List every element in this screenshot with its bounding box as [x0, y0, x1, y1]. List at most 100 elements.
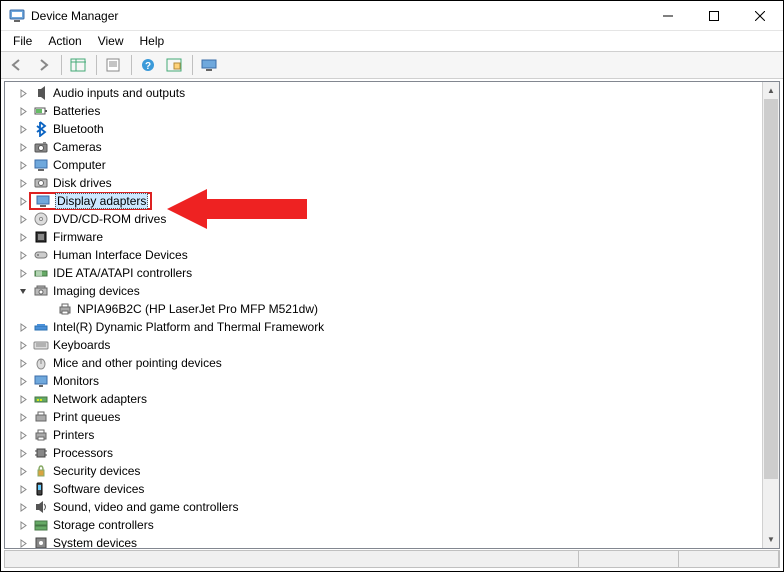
- computer-icon: [33, 157, 49, 173]
- scroll-thumb[interactable]: [764, 99, 778, 479]
- expand-icon[interactable]: [17, 159, 29, 171]
- expand-icon[interactable]: [17, 375, 29, 387]
- tree-item-label: Mice and other pointing devices: [53, 356, 222, 370]
- expand-icon[interactable]: [17, 141, 29, 153]
- tree-item[interactable]: Batteries: [13, 102, 762, 120]
- tree-item[interactable]: Network adapters: [13, 390, 762, 408]
- monitor-button[interactable]: [197, 54, 221, 76]
- tree-item[interactable]: NPIA96B2C (HP LaserJet Pro MFP M521dw): [13, 300, 762, 318]
- tree-item-label: Print queues: [53, 410, 120, 424]
- tree-item[interactable]: DVD/CD-ROM drives: [13, 210, 762, 228]
- expand-icon[interactable]: [17, 321, 29, 333]
- expand-icon[interactable]: [17, 177, 29, 189]
- cpu-icon: [33, 445, 49, 461]
- tree-item[interactable]: Intel(R) Dynamic Platform and Thermal Fr…: [13, 318, 762, 336]
- expand-icon[interactable]: [17, 339, 29, 351]
- tree-item[interactable]: IDE ATA/ATAPI controllers: [13, 264, 762, 282]
- expand-icon[interactable]: [17, 393, 29, 405]
- toolbar-separator: [131, 55, 132, 75]
- tree-item-label: Intel(R) Dynamic Platform and Thermal Fr…: [53, 320, 324, 334]
- hid-icon: [33, 247, 49, 263]
- expand-icon[interactable]: [17, 231, 29, 243]
- tree-item[interactable]: Storage controllers: [13, 516, 762, 534]
- tree-item[interactable]: Computer: [13, 156, 762, 174]
- expand-icon[interactable]: [17, 411, 29, 423]
- scroll-up-button[interactable]: ▲: [763, 82, 779, 99]
- expand-icon[interactable]: [17, 123, 29, 135]
- properties-button[interactable]: [101, 54, 125, 76]
- vertical-scrollbar[interactable]: ▲ ▼: [762, 82, 779, 548]
- expand-icon[interactable]: [17, 87, 29, 99]
- tree-item-label: Batteries: [53, 104, 100, 118]
- expand-icon[interactable]: [17, 195, 29, 207]
- scroll-track[interactable]: [763, 99, 779, 531]
- tree-item[interactable]: Display adapters: [13, 192, 762, 210]
- tree-item[interactable]: Software devices: [13, 480, 762, 498]
- titlebar[interactable]: Device Manager: [1, 1, 783, 31]
- close-button[interactable]: [737, 1, 783, 30]
- statusbar: [4, 550, 780, 568]
- software-icon: [33, 481, 49, 497]
- tree-item-label: Software devices: [53, 482, 144, 496]
- tree-item-label: Audio inputs and outputs: [53, 86, 185, 100]
- expand-icon[interactable]: [17, 447, 29, 459]
- tree-item-label: Cameras: [53, 140, 102, 154]
- expand-icon[interactable]: [17, 501, 29, 513]
- tree-item[interactable]: Disk drives: [13, 174, 762, 192]
- toolbar: ?: [1, 51, 783, 79]
- selected-tree-item[interactable]: Display adapters: [29, 192, 152, 210]
- expand-icon[interactable]: [17, 465, 29, 477]
- tree-item[interactable]: Audio inputs and outputs: [13, 84, 762, 102]
- device-tree[interactable]: Audio inputs and outputs Batteries Bluetoo…: [5, 82, 762, 548]
- expand-icon[interactable]: [17, 519, 29, 531]
- tree-item[interactable]: Bluetooth: [13, 120, 762, 138]
- tree-item[interactable]: Firmware: [13, 228, 762, 246]
- collapse-icon[interactable]: [17, 285, 29, 297]
- menu-action[interactable]: Action: [40, 32, 89, 50]
- menu-view[interactable]: View: [90, 32, 132, 50]
- system-icon: [33, 535, 49, 548]
- menu-help[interactable]: Help: [132, 32, 173, 50]
- printer-icon: [33, 427, 49, 443]
- tree-item[interactable]: Printers: [13, 426, 762, 444]
- tree-item[interactable]: Cameras: [13, 138, 762, 156]
- toolbar-separator: [192, 55, 193, 75]
- back-button[interactable]: [5, 54, 29, 76]
- expand-icon[interactable]: [17, 267, 29, 279]
- expand-icon[interactable]: [17, 249, 29, 261]
- help-button[interactable]: ?: [136, 54, 160, 76]
- tree-item[interactable]: Print queues: [13, 408, 762, 426]
- minimize-button[interactable]: [645, 1, 691, 30]
- storage-icon: [33, 517, 49, 533]
- tree-item[interactable]: Processors: [13, 444, 762, 462]
- expand-icon[interactable]: [17, 537, 29, 548]
- tree-item[interactable]: Human Interface Devices: [13, 246, 762, 264]
- tree-item[interactable]: Sound, video and game controllers: [13, 498, 762, 516]
- expand-icon[interactable]: [17, 105, 29, 117]
- expand-icon[interactable]: [17, 357, 29, 369]
- firmware-icon: [33, 229, 49, 245]
- tree-item-label: Network adapters: [53, 392, 147, 406]
- scroll-down-button[interactable]: ▼: [763, 531, 779, 548]
- menubar: File Action View Help: [1, 31, 783, 51]
- tree-item[interactable]: Imaging devices: [13, 282, 762, 300]
- scan-hardware-button[interactable]: [162, 54, 186, 76]
- forward-button[interactable]: [31, 54, 55, 76]
- tree-item-label: IDE ATA/ATAPI controllers: [53, 266, 192, 280]
- tree-item-label: Imaging devices: [53, 284, 140, 298]
- tree-item[interactable]: Keyboards: [13, 336, 762, 354]
- keyboard-icon: [33, 337, 49, 353]
- tree-item[interactable]: Security devices: [13, 462, 762, 480]
- dvd-icon: [33, 211, 49, 227]
- maximize-button[interactable]: [691, 1, 737, 30]
- tree-item[interactable]: Monitors: [13, 372, 762, 390]
- show-hide-tree-button[interactable]: [66, 54, 90, 76]
- tree-item[interactable]: Mice and other pointing devices: [13, 354, 762, 372]
- expand-icon[interactable]: [17, 213, 29, 225]
- status-pane-3: [679, 551, 779, 567]
- tree-item[interactable]: System devices: [13, 534, 762, 548]
- menu-file[interactable]: File: [5, 32, 40, 50]
- toolbar-separator: [96, 55, 97, 75]
- expand-icon[interactable]: [17, 483, 29, 495]
- expand-icon[interactable]: [17, 429, 29, 441]
